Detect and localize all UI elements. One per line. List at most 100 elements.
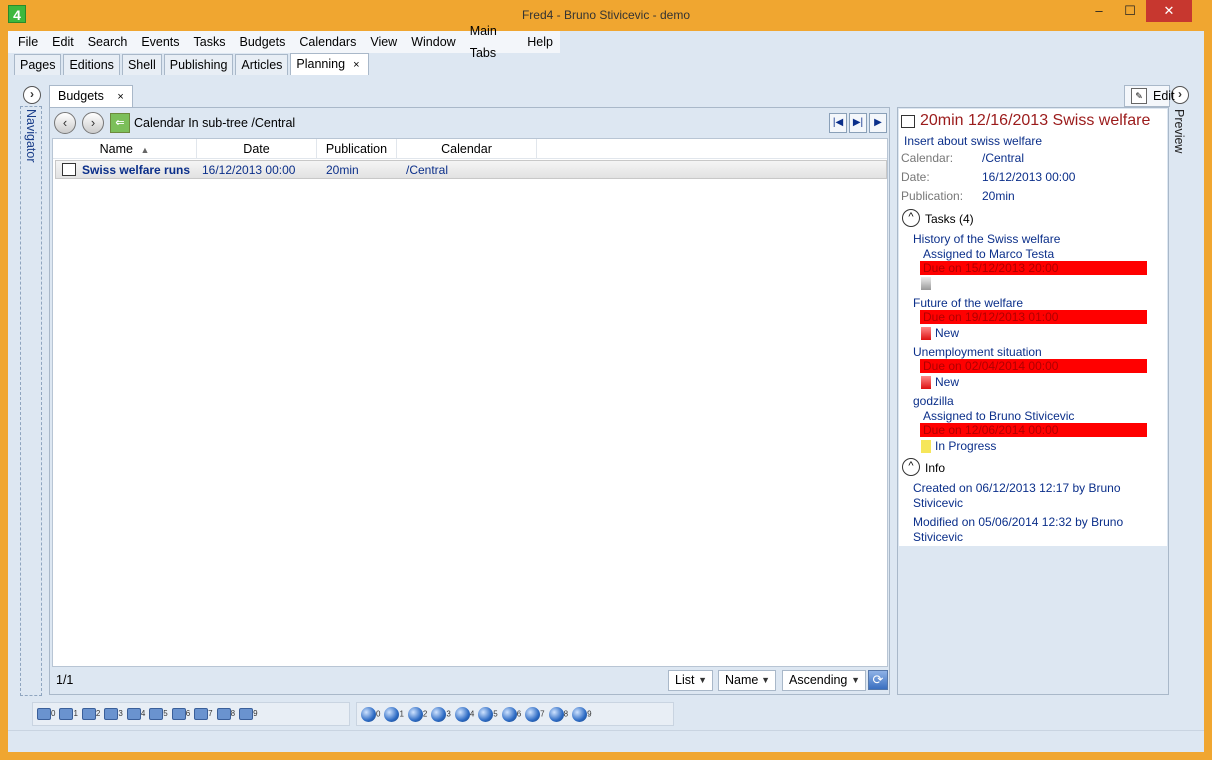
binoculars-icon: [171, 708, 186, 720]
binocular-slot-6[interactable]: 6: [171, 708, 190, 720]
refresh-icon[interactable]: ⟳: [868, 670, 888, 690]
chevron-down-icon: ▼: [851, 675, 860, 685]
budgets-tabbar: Budgets ×: [49, 85, 889, 107]
globe-slot-7[interactable]: 7: [525, 706, 545, 722]
next-page-icon[interactable]: ▶: [869, 113, 887, 133]
tab-publishing[interactable]: Publishing: [163, 54, 234, 75]
globe-slot-4[interactable]: 4: [454, 706, 474, 722]
forward-icon[interactable]: ›: [82, 112, 104, 134]
item-count: 1/1: [56, 673, 74, 687]
tab-budgets[interactable]: Budgets ×: [49, 85, 133, 107]
menu-edit[interactable]: Edit: [45, 31, 81, 53]
tab-articles[interactable]: Articles: [235, 54, 289, 75]
table-row[interactable]: Swiss welfare runs l 16/12/2013 00:00 20…: [55, 160, 887, 179]
tab-pages[interactable]: Pages: [14, 54, 62, 75]
task-status: New: [935, 326, 960, 340]
sort-order-dropdown[interactable]: Ascending ▼: [782, 670, 866, 691]
list-icon: [62, 163, 76, 176]
globe-slot-1[interactable]: 1: [384, 706, 404, 722]
binocular-slot-4[interactable]: 4: [126, 708, 145, 720]
web-slots-toolbar: 0 1 2 3 4 5 6 7 8 9: [356, 702, 674, 726]
menu-window[interactable]: Window: [404, 31, 462, 53]
close-tab-icon[interactable]: ×: [353, 59, 359, 71]
task-title[interactable]: Unemployment situation: [913, 345, 1042, 359]
task-status: In Progress: [935, 439, 997, 453]
tab-shell[interactable]: Shell: [121, 54, 162, 75]
minimize-button[interactable]: –: [1084, 0, 1114, 22]
column-publication[interactable]: Publication: [317, 139, 397, 159]
edit-button[interactable]: ✎ Edit: [1124, 85, 1175, 107]
binoculars-icon: [59, 708, 74, 720]
column-name[interactable]: Name ▲: [53, 139, 197, 159]
preview-scrollbar[interactable]: [1151, 109, 1167, 546]
binocular-slot-1[interactable]: 1: [59, 708, 78, 720]
globe-slot-8[interactable]: 8: [548, 706, 568, 722]
list-status-bar: 1/1 List ▼ Name ▼ Ascending ▼ ⟳: [52, 668, 888, 693]
task-title[interactable]: Future of the welfare: [913, 296, 1023, 310]
task-title[interactable]: History of the Swiss welfare: [913, 232, 1060, 246]
view-dropdown[interactable]: List ▼: [668, 670, 713, 691]
chevron-down-icon: ▼: [761, 675, 770, 685]
info-modified: Modified on 05/06/2014 12:32 by Bruno: [913, 515, 1124, 529]
globe-slot-6[interactable]: 6: [501, 706, 521, 722]
chevron-down-icon: ▼: [698, 675, 707, 685]
navigator-toggle-icon[interactable]: ›: [23, 86, 41, 104]
globe-slot-2[interactable]: 2: [407, 706, 427, 722]
status-bar: [8, 730, 1204, 752]
navigator-strip[interactable]: Navigator: [20, 106, 42, 696]
tab-label: Planning: [296, 57, 346, 71]
up-level-icon[interactable]: ⇐: [110, 113, 130, 133]
menu-help[interactable]: Help: [520, 31, 560, 53]
tasks-header: Tasks (4): [925, 212, 974, 226]
binocular-slot-5[interactable]: 5: [149, 708, 168, 720]
preview-strip[interactable]: › Preview: [1170, 85, 1190, 697]
field-value: 20min: [982, 189, 1015, 203]
globe-icon: [407, 706, 423, 722]
globe-slot-5[interactable]: 5: [478, 706, 498, 722]
info-created-by: Stivicevic: [913, 496, 964, 510]
preview-subtitle[interactable]: Insert about swiss welfare: [904, 134, 1042, 148]
search-slots-toolbar: 0 1 2 3 4 5 6 7 8 9: [32, 702, 350, 726]
binocular-slot-3[interactable]: 3: [104, 708, 123, 720]
binocular-slot-0[interactable]: 0: [37, 708, 55, 720]
tab-planning[interactable]: Planning ×: [290, 53, 369, 75]
dropdown-value: Name: [725, 673, 759, 687]
sort-field-dropdown[interactable]: Name ▼: [718, 670, 776, 691]
close-button[interactable]: ✕: [1146, 0, 1192, 22]
task-title[interactable]: godzilla: [913, 394, 954, 408]
menu-events[interactable]: Events: [134, 31, 186, 53]
globe-slot-0[interactable]: 0: [361, 706, 380, 722]
menu-calendars[interactable]: Calendars: [292, 31, 363, 53]
menu-search[interactable]: Search: [81, 31, 135, 53]
field-value: /Central: [982, 151, 1025, 165]
task-assigned: Assigned to Bruno Stivicevic: [923, 409, 1075, 423]
first-page-icon[interactable]: |◀: [829, 113, 847, 133]
menu-view[interactable]: View: [363, 31, 404, 53]
globe-slot-9[interactable]: 9: [572, 706, 592, 722]
globe-icon: [572, 706, 588, 722]
collapse-icon[interactable]: ^: [902, 458, 920, 476]
back-icon[interactable]: ‹: [54, 112, 76, 134]
tab-editions[interactable]: Editions: [63, 54, 120, 75]
main-tabs: Pages Editions Shell Publishing Articles…: [8, 53, 1204, 75]
menu-budgets[interactable]: Budgets: [232, 31, 292, 53]
tab-label: Budgets: [58, 89, 104, 103]
binocular-slot-8[interactable]: 8: [216, 708, 235, 720]
collapse-icon[interactable]: ^: [902, 209, 920, 227]
budget-list: Name ▲ Date Publication Calendar Swiss w…: [52, 138, 888, 667]
binocular-slot-2[interactable]: 2: [81, 708, 100, 720]
task-status-icon: [921, 440, 931, 453]
column-calendar[interactable]: Calendar: [397, 139, 537, 159]
close-tab-icon[interactable]: ×: [117, 91, 123, 103]
last-page-icon[interactable]: ▶|: [849, 113, 867, 133]
tab-label: Articles: [241, 58, 283, 72]
column-date[interactable]: Date: [197, 139, 317, 159]
binocular-slot-7[interactable]: 7: [194, 708, 213, 720]
maximize-button[interactable]: ☐: [1115, 0, 1145, 22]
binocular-slot-9[interactable]: 9: [239, 708, 258, 720]
menu-bar: File Edit Search Events Tasks Budgets Ca…: [8, 24, 560, 60]
globe-slot-3[interactable]: 3: [431, 706, 451, 722]
menu-tasks[interactable]: Tasks: [187, 31, 233, 53]
menu-file[interactable]: File: [11, 31, 45, 53]
row-publication: 20min: [326, 163, 359, 177]
